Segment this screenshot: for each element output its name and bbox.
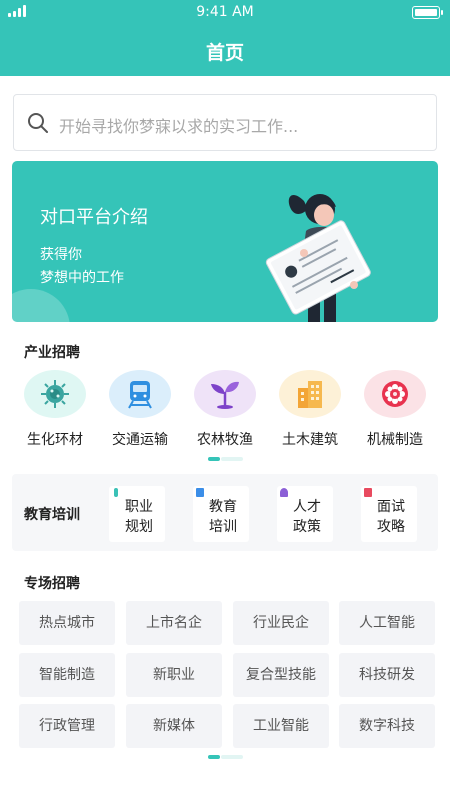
industry-label: 交通运输 [112, 432, 168, 448]
gear-icon [382, 381, 408, 407]
edu-card-line2: 规划 [125, 519, 153, 535]
app-header: 9:41 AM 首页 [0, 0, 450, 76]
special-tag-button[interactable]: 热点城市 [19, 601, 115, 645]
banner-decoration [12, 289, 70, 322]
page-dot-active [208, 755, 220, 759]
special-tag-button[interactable]: 新职业 [126, 653, 222, 697]
page-dot-active [208, 457, 220, 461]
page-dot-inactive [221, 457, 243, 461]
industry-item[interactable]: 生化环材 [12, 370, 92, 450]
microbe-icon [41, 380, 69, 408]
special-section-title: 专场招聘 [24, 576, 80, 592]
sprout-icon [211, 381, 239, 409]
page-dot-inactive [221, 755, 243, 759]
special-page-indicator [0, 755, 450, 759]
education-section-title: 教育培训 [24, 507, 80, 523]
status-time: 9:41 AM [196, 4, 254, 20]
industry-icon-bg [279, 370, 341, 418]
woman-holding-document-illustration [265, 194, 371, 322]
building-icon [298, 381, 322, 408]
document-icon [364, 488, 372, 497]
edu-card-line1: 职业 [125, 499, 153, 515]
special-tag-button[interactable]: 科技研发 [339, 653, 435, 697]
status-bar: 9:41 AM [0, 0, 450, 26]
special-tag-button[interactable]: 新媒体 [126, 704, 222, 748]
edu-card-career-planning[interactable]: 职业 规划 [109, 486, 165, 542]
special-tag-button[interactable]: 智能制造 [19, 653, 115, 697]
banner-subtitle-line2: 梦想中的工作 [40, 270, 124, 286]
education-panel: 教育培训 职业 规划 教育 培训 人才 政策 面试 攻略 [12, 474, 438, 551]
industry-icon-bg [24, 370, 86, 418]
edu-card-line2: 攻略 [377, 519, 405, 535]
special-tag-button[interactable]: 行业民企 [233, 601, 329, 645]
special-tag-button[interactable]: 工业智能 [233, 704, 329, 748]
special-tag-button[interactable]: 数字科技 [339, 704, 435, 748]
train-icon [128, 381, 152, 409]
page-title: 首页 [205, 42, 244, 64]
industry-label: 土木建筑 [282, 432, 338, 448]
platform-intro-banner[interactable]: 对口平台介绍 获得你 梦想中的工作 [12, 161, 438, 322]
edu-card-talent-policy[interactable]: 人才 政策 [277, 486, 333, 542]
industry-label: 机械制造 [367, 432, 423, 448]
industry-item[interactable]: 机械制造 [352, 370, 432, 450]
edu-card-line1: 教育 [209, 499, 237, 515]
special-tag-button[interactable]: 复合型技能 [233, 653, 329, 697]
edu-card-interview-guide[interactable]: 面试 攻略 [361, 486, 417, 542]
special-tag-button[interactable]: 行政管理 [19, 704, 115, 748]
search-icon [28, 113, 48, 133]
industry-icon-bg [194, 370, 256, 418]
test-tube-icon [114, 488, 118, 497]
search-input[interactable]: 开始寻找你梦寐以求的实习工作... [13, 94, 437, 151]
book-icon [196, 488, 204, 497]
edu-card-line2: 培训 [209, 519, 237, 535]
edu-card-line2: 政策 [293, 519, 321, 535]
industry-item[interactable]: 农林牧渔 [182, 370, 262, 450]
battery-level [414, 8, 437, 16]
industry-label: 农林牧渔 [197, 432, 253, 448]
special-tag-button[interactable]: 人工智能 [339, 601, 435, 645]
edu-card-line1: 面试 [377, 499, 405, 515]
industry-item[interactable]: 土木建筑 [267, 370, 347, 450]
industry-label: 生化环材 [27, 432, 83, 448]
industry-item[interactable]: 交通运输 [97, 370, 177, 450]
banner-title: 对口平台介绍 [40, 207, 148, 228]
person-icon [280, 488, 288, 497]
industry-section-title: 产业招聘 [24, 345, 80, 361]
special-tag-button[interactable]: 上市名企 [126, 601, 222, 645]
industry-page-indicator [0, 457, 450, 461]
banner-subtitle-line1: 获得你 [40, 247, 82, 263]
search-placeholder: 开始寻找你梦寐以求的实习工作... [59, 117, 299, 136]
industry-icon-bg [109, 370, 171, 418]
industry-icon-bg [364, 370, 426, 418]
edu-card-line1: 人才 [293, 499, 321, 515]
edu-card-education-training[interactable]: 教育 培训 [193, 486, 249, 542]
battery-icon [412, 6, 443, 19]
